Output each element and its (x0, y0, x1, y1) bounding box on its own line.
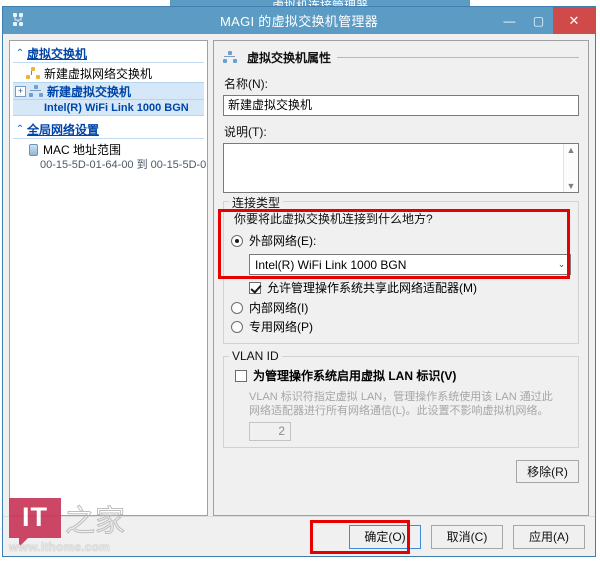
radio-label: 外部网络(E): (249, 234, 317, 248)
tree-group-label: 全局网络设置 (27, 122, 100, 137)
mac-address-icon (26, 143, 39, 156)
connection-type-legend: 连接类型 (229, 194, 284, 211)
remove-button[interactable]: 移除(R) (516, 460, 579, 483)
dialog-body: ⌃ 虚拟交换机 新建虚拟网络交换机 + 新建虚拟交换机 Intel(R) WiF… (3, 34, 595, 516)
virtual-switch-icon (29, 84, 43, 98)
tree-group-global-network-settings[interactable]: ⌃ 全局网络设置 (13, 120, 204, 139)
network-adapter-select[interactable]: Intel(R) WiFi Link 1000 BGN ⌄ (249, 254, 571, 275)
tree-item-mac-address-range[interactable]: MAC 地址范围 (10, 140, 207, 158)
name-input[interactable]: 新建虚拟交换机 (223, 95, 579, 116)
vlan-description-text: VLAN 标识符指定虚拟 LAN，管理操作系统使用该 LAN 通过此网络适配器进… (249, 391, 553, 417)
radio-button-icon[interactable] (231, 301, 243, 314)
chevron-up-icon: ⌃ (15, 123, 25, 135)
vlan-id-legend: VLAN ID (229, 349, 282, 363)
vlan-enable-checkbox-row[interactable]: 为管理操作系统启用虚拟 LAN 标识(V) (235, 367, 571, 384)
mac-address-range-value: 00-15-5D-01-64-00 到 00-15-5D-0... (40, 159, 208, 171)
chevron-up-icon: ⌃ (15, 47, 25, 59)
connection-type-group: 连接类型 你要将此虚拟交换机连接到什么地方? 外部网络(E): Intel(R)… (223, 194, 579, 344)
section-header: 虚拟交换机属性 (223, 49, 579, 66)
title-bar: MAGI 的虚拟交换机管理器 — ▢ ✕ (3, 7, 595, 34)
vlan-enable-label: 为管理操作系统启用虚拟 LAN 标识(V) (253, 369, 457, 383)
vlan-id-input[interactable]: 2 (249, 422, 291, 441)
network-adapter-value: Intel(R) WiFi Link 1000 BGN (255, 257, 407, 272)
ok-button[interactable]: 确定(O) (349, 524, 421, 549)
header-rule (337, 57, 579, 58)
navigation-tree[interactable]: ⌃ 虚拟交换机 新建虚拟网络交换机 + 新建虚拟交换机 Intel(R) WiF… (9, 40, 208, 516)
virtual-switch-icon (7, 11, 29, 31)
tree-group-virtual-switches[interactable]: ⌃ 虚拟交换机 (13, 44, 204, 63)
tree-item-new-virtual-switch[interactable]: + 新建虚拟交换机 (13, 82, 204, 100)
checkbox-icon[interactable] (249, 281, 261, 294)
tree-item-label: 新建虚拟网络交换机 (44, 66, 153, 81)
maximize-button[interactable]: ▢ (524, 7, 553, 34)
watermark-url: www.ithome.com (9, 540, 111, 554)
vlan-id-group: VLAN ID 为管理操作系统启用虚拟 LAN 标识(V) VLAN 标识符指定… (223, 349, 579, 448)
radio-label: 专用网络(P) (249, 320, 313, 334)
remove-button-row: 移除(R) (223, 460, 579, 483)
ithome-watermark: IT 之家 www.ithome.com (9, 496, 127, 554)
minimize-button[interactable]: — (495, 7, 524, 34)
checkbox-icon[interactable] (235, 369, 247, 382)
description-scrollbar[interactable]: ▲ ▼ (563, 144, 578, 192)
description-textarea[interactable]: ▲ ▼ (223, 143, 579, 193)
tree-item-label: 新建虚拟交换机 (47, 84, 132, 99)
new-network-switch-icon (26, 66, 40, 80)
watermark-badge: IT (9, 498, 61, 547)
cancel-button[interactable]: 取消(C) (431, 524, 503, 549)
tree-item-new-virtual-network-switch[interactable]: 新建虚拟网络交换机 (10, 64, 207, 82)
radio-internal-network[interactable]: 内部网络(I) (231, 299, 571, 316)
virtual-switch-manager-dialog: MAGI 的虚拟交换机管理器 — ▢ ✕ ⌃ 虚拟交换机 新建虚拟网络交换机 +… (2, 6, 596, 557)
radio-external-network[interactable]: 外部网络(E): (231, 232, 571, 249)
window-controls: — ▢ ✕ (495, 7, 595, 34)
name-label: 名称(N): (224, 77, 268, 91)
tree-item-label: MAC 地址范围 (43, 142, 122, 157)
description-label: 说明(T): (224, 125, 267, 139)
watermark-chinese-mark: 之家 (65, 504, 126, 540)
radio-private-network[interactable]: 专用网络(P) (231, 318, 571, 335)
chevron-down-icon[interactable]: ⌄ (553, 259, 570, 270)
expand-plus-icon[interactable]: + (15, 85, 26, 97)
tree-item-adapter-sublabel: Intel(R) WiFi Link 1000 BGN (13, 100, 204, 116)
section-title: 虚拟交换机属性 (247, 51, 332, 65)
settings-pane: 虚拟交换机属性 名称(N): 新建虚拟交换机 说明(T): ▲ ▼ 连接类型 你… (213, 40, 589, 516)
share-adapter-checkbox-row[interactable]: 允许管理操作系统共享此网络适配器(M) (249, 279, 571, 296)
scroll-up-icon[interactable]: ▲ (567, 144, 576, 156)
virtual-switch-icon (223, 51, 237, 64)
scroll-down-icon[interactable]: ▼ (567, 180, 576, 192)
share-adapter-label: 允许管理操作系统共享此网络适配器(M) (267, 281, 477, 295)
apply-button[interactable]: 应用(A) (513, 524, 585, 549)
radio-label: 内部网络(I) (249, 301, 309, 315)
radio-button-icon[interactable] (231, 234, 243, 247)
radio-button-icon[interactable] (231, 320, 243, 333)
connection-question: 你要将此虚拟交换机连接到什么地方? (234, 212, 433, 226)
close-button[interactable]: ✕ (553, 7, 595, 34)
tree-group-label: 虚拟交换机 (27, 46, 88, 61)
